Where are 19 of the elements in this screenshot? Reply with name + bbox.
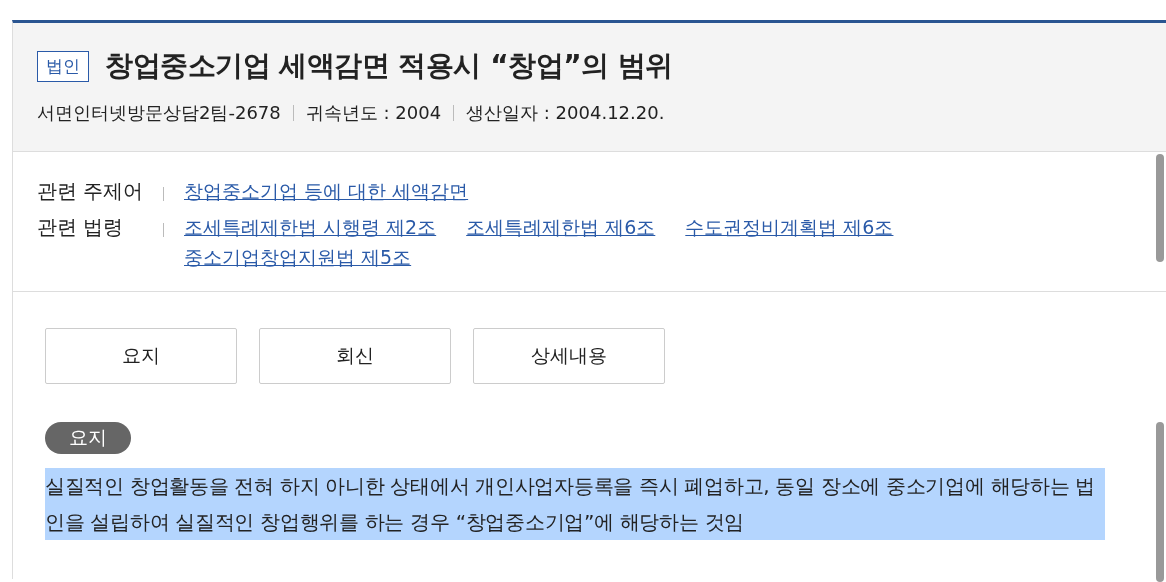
summary-badge: 요지	[45, 422, 131, 454]
section-button[interactable]: 회신	[259, 328, 451, 384]
meta-text: 귀속년도 : 2004	[305, 101, 442, 125]
related-link[interactable]: 조세특례제한법 시행령 제2조	[184, 212, 437, 242]
related-link[interactable]: 조세특례제한법 제6조	[466, 212, 656, 242]
summary-text: 실질적인 창업활동을 전혀 하지 아니한 상태에서 개인사업자등록을 즉시 폐업하고, 동일 장소에 중소기업에 해당하는 법인을 설립하여 실질적인 창업행위를 하는 경우 “창업중소기업”에 해당하는 것임	[45, 468, 1105, 540]
meta-text: 생산일자 : 2004.12.20.	[466, 101, 665, 125]
section-button[interactable]: 요지	[45, 328, 237, 384]
related-link[interactable]: 수도권정비계획법 제6조	[685, 212, 894, 242]
related-link[interactable]: 중소기업창업지원법 제5조	[184, 242, 412, 272]
related-label: 관련 법령	[37, 214, 125, 241]
scrollbar[interactable]	[1156, 422, 1164, 582]
scrollbar[interactable]	[1156, 154, 1164, 262]
section-button[interactable]: 상세내용	[473, 328, 665, 384]
related-label: 관련 주제어	[37, 178, 145, 205]
related-link[interactable]: 창업중소기업 등에 대한 세액감면	[184, 176, 469, 206]
category-badge: 법인	[37, 50, 89, 82]
meta-text: 서면인터넷방문상담2팀-2678	[37, 101, 281, 125]
document-title: 창업중소기업 세액감면 적용시 “창업”의 범위	[105, 48, 673, 84]
